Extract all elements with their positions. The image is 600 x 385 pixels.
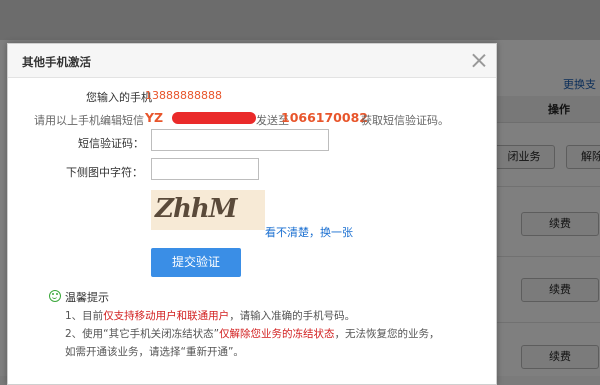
phone-label: 您输入的手机 bbox=[86, 91, 152, 104]
dialog-title: 其他手机激活 bbox=[22, 55, 91, 69]
activate-dialog: 其他手机激活 您输入的手机 13888888888 请用以上手机编辑短信 YZ … bbox=[7, 43, 497, 385]
tip2-highlight: 仅解除您业务的冻结状态 bbox=[219, 328, 335, 340]
tips-title: 温馨提示 bbox=[65, 291, 109, 304]
phone-value: 13888888888 bbox=[145, 89, 222, 102]
tip-line-1: 1、目前仅支持移动用户和联通用户，请输入准确的手机号码。 bbox=[65, 308, 355, 323]
tip2-prefix: 2、使用“其它手机关闭冻结状态” bbox=[65, 328, 220, 340]
captcha-input[interactable] bbox=[151, 158, 259, 180]
tip2-suffix: ，无法恢复您的业务， bbox=[334, 328, 440, 340]
tip1-suffix: ，请输入准确的手机号码。 bbox=[229, 310, 356, 322]
tip-line-2: 2、使用“其它手机关闭冻结状态”仅解除您业务的冻结状态，无法恢复您的业务， bbox=[65, 326, 440, 341]
captcha-image-text: ZhhM bbox=[155, 194, 238, 224]
tip1-highlight: 仅支持移动用户和联通用户 bbox=[103, 310, 230, 322]
dialog-header: 其他手机激活 bbox=[8, 44, 496, 78]
sms-instruction-prefix: 请用以上手机编辑短信 bbox=[34, 114, 144, 127]
sms-code-label: 短信验证码： bbox=[78, 137, 144, 150]
tip-line-3: 如需开通该业务，请选择“重新开通”。 bbox=[65, 346, 244, 358]
sms-code-prefix: YZ bbox=[145, 110, 164, 125]
sms-code-input[interactable] bbox=[151, 129, 329, 151]
smile-icon bbox=[49, 290, 61, 302]
sms-number: 1066170082 bbox=[281, 110, 368, 125]
captcha-image: ZhhM bbox=[151, 190, 265, 230]
captcha-refresh-link[interactable]: 看不清楚，换一张 bbox=[265, 224, 353, 240]
tip1-prefix: 1、目前 bbox=[65, 310, 104, 322]
sms-instruction-suffix: 获取短信验证码。 bbox=[361, 114, 449, 127]
submit-verification-button[interactable]: 提交验证 bbox=[151, 248, 241, 277]
captcha-label: 下侧图中字符： bbox=[66, 166, 143, 179]
redaction-mark bbox=[172, 112, 256, 124]
close-icon[interactable] bbox=[471, 52, 487, 68]
